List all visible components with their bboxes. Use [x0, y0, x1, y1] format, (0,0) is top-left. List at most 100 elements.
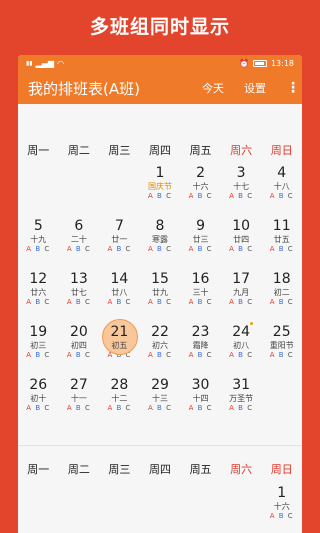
shift-label: A	[26, 245, 33, 253]
day-number: 23	[191, 324, 210, 340]
app-title: 我的排班表(A班)	[28, 79, 140, 98]
shift-label: C	[206, 245, 213, 253]
day-cell[interactable]: 7 廿一 A B C	[99, 218, 140, 271]
day-number: 26	[29, 377, 48, 393]
day-cell[interactable]: 21 初五 A B C	[99, 319, 140, 377]
day-cell[interactable]: 1 国庆节 A B C	[140, 165, 181, 218]
day-number: 2	[196, 165, 206, 181]
shift-indicators: A B C	[140, 245, 181, 254]
day-cell[interactable]: 30 十四 A B C	[180, 377, 221, 430]
status-icons-left: ▮▮ ▂▄▆ ◠	[26, 59, 64, 68]
shift-indicators: A B C	[261, 351, 302, 360]
day-cell[interactable]: 14 廿八 A B C	[99, 271, 140, 324]
weekday-label: 周一	[27, 463, 50, 476]
day-number: 11	[272, 218, 291, 234]
shift-label: A	[26, 404, 33, 412]
day-number: 18	[272, 271, 291, 287]
day-number: 3	[236, 165, 246, 181]
empty-cell	[18, 485, 59, 533]
shift-indicators: A B C	[221, 351, 262, 360]
day-cell[interactable]: 9 廿三 A B C	[180, 218, 221, 271]
lunar-date: 十九	[30, 235, 47, 244]
day-cell[interactable]: 17 九月 A B C	[221, 271, 262, 324]
lunar-date: 十七	[233, 182, 250, 191]
lunar-date: 十六	[273, 502, 290, 511]
shift-label: A	[148, 404, 154, 412]
day-cell[interactable]: 28 十二 A B C	[99, 377, 140, 430]
shift-label: B	[157, 351, 163, 359]
day-cell[interactable]: 10 廿四 A B C	[221, 218, 262, 271]
day-cell[interactable]: 20 初四 A B C	[59, 324, 100, 377]
shift-label: C	[84, 404, 91, 412]
shift-indicators: A B C	[18, 245, 59, 254]
shift-indicators: A B C	[261, 245, 302, 254]
shift-label: C	[247, 351, 254, 359]
shift-label: C	[206, 404, 213, 412]
day-cell[interactable]: 12 廿六 A B C	[18, 271, 59, 324]
day-number: 20	[69, 324, 88, 340]
shift-indicators: A B C	[180, 298, 221, 307]
day-number: 13	[69, 271, 88, 287]
status-bar: ▮▮ ▂▄▆ ◠ ⏰ 13:18	[18, 55, 302, 72]
day-cell[interactable]: 22 初六 A B C	[140, 324, 181, 377]
shift-label: C	[125, 298, 132, 306]
lunar-date: 初六	[151, 341, 168, 350]
shift-label: C	[125, 404, 132, 412]
shift-label: A	[148, 192, 154, 200]
shift-label: C	[84, 351, 91, 359]
day-number: 19	[29, 324, 48, 340]
day-cell[interactable]: 2 十六 A B C	[180, 165, 221, 218]
more-menu-icon[interactable]: ⋮	[286, 80, 300, 96]
shift-label: A	[188, 351, 195, 359]
day-cell[interactable]: 11 廿五 A B C	[261, 218, 302, 271]
day-cell[interactable]: 6 二十 A B C	[59, 218, 100, 271]
shift-label: B	[197, 298, 204, 306]
day-cell[interactable]: 27 十一 A B C	[59, 377, 100, 430]
day-cell[interactable]: 16 三十 A B C	[180, 271, 221, 324]
shift-label: C	[287, 298, 294, 306]
shift-label: C	[206, 351, 213, 359]
shift-label: C	[44, 404, 51, 412]
lunar-date: 廿一	[111, 235, 128, 244]
shift-label: B	[157, 404, 163, 412]
day-cell[interactable]: 5 十九 A B C	[18, 218, 59, 271]
day-cell[interactable]: 1 十六 A B C	[261, 485, 302, 533]
day-cell[interactable]: 31 万圣节 A B C	[221, 377, 262, 430]
day-number: 30	[191, 377, 210, 393]
day-cell[interactable]: 19 初三 A B C	[18, 324, 59, 377]
lunar-date: 初五	[111, 341, 128, 350]
weekday-label: 周二	[67, 463, 90, 476]
day-cell[interactable]: 25 重阳节 A B C	[261, 324, 302, 377]
lunar-date: 廿五	[273, 235, 290, 244]
day-cell[interactable]: 13 廿七 A B C	[59, 271, 100, 324]
lunar-date: 万圣节	[229, 394, 254, 403]
lunar-date: 十二	[111, 394, 128, 403]
shift-label: B	[278, 192, 285, 200]
lunar-date: 十四	[192, 394, 209, 403]
shift-label: B	[278, 298, 285, 306]
phone-screen: ▮▮ ▂▄▆ ◠ ⏰ 13:18 我的排班表(A班) 今天 设置 ⋮ 周一 周二 周…	[18, 55, 302, 533]
month-divider	[18, 445, 302, 446]
shift-indicators: A B C	[180, 404, 221, 413]
day-cell[interactable]: 3 十七 A B C	[221, 165, 262, 218]
day-cell[interactable]: 18 初二 A B C	[261, 271, 302, 324]
lunar-date: 廿八	[111, 288, 128, 297]
day-cell[interactable]: 23 霜降 A B C	[180, 324, 221, 377]
shift-label: B	[35, 245, 42, 253]
shift-indicators: A B C	[140, 351, 181, 360]
weekday-label: 周三	[108, 463, 131, 476]
day-cell[interactable]: 24 初八 A B C	[221, 322, 262, 377]
lunar-date: 初三	[30, 341, 47, 350]
day-cell[interactable]: 15 廿九 A B C	[140, 271, 181, 324]
settings-button[interactable]: 设置	[244, 80, 266, 96]
shift-label: B	[197, 192, 204, 200]
day-cell[interactable]: 29 十三 A B C	[140, 377, 181, 430]
shift-label: A	[229, 404, 235, 412]
promo-title: 多班组同时显示	[89, 16, 230, 38]
lunar-date: 国庆节	[147, 182, 172, 191]
day-cell[interactable]: 4 十八 A B C	[261, 165, 302, 218]
day-cell[interactable]: 8 寒露 A B C	[140, 218, 181, 271]
day-cell[interactable]: 26 初十 A B C	[18, 377, 59, 430]
today-button[interactable]: 今天	[202, 80, 224, 96]
shift-label: C	[125, 351, 132, 359]
